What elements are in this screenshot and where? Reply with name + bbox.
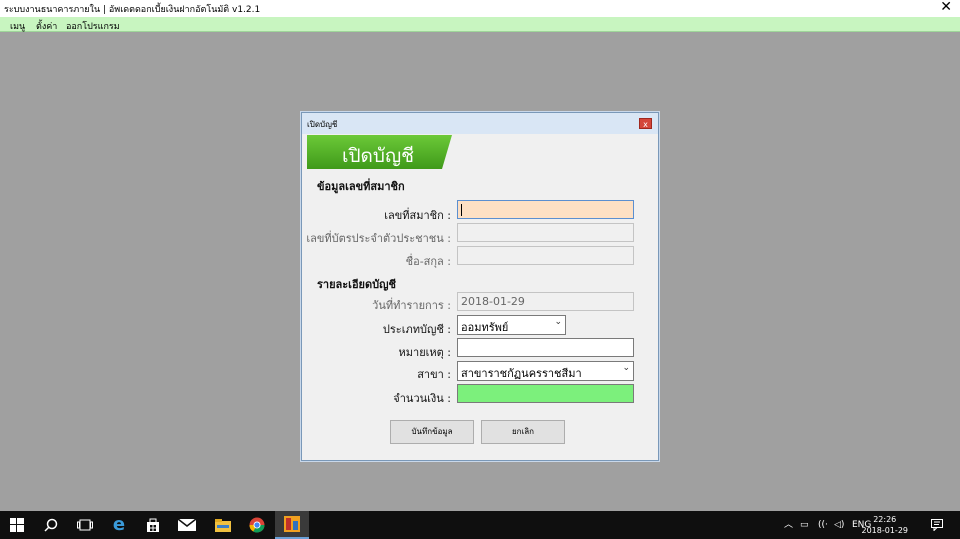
mail-icon[interactable] <box>170 511 204 539</box>
banner-text: เปิดบัญชี <box>342 145 415 167</box>
acct-type-value: ออมทรัพย์ <box>461 321 509 334</box>
text-caret <box>461 204 462 216</box>
acct-type-label: ประเภทบัญชี : <box>382 323 451 336</box>
menu-item-exit[interactable]: ออกโปรแกรม <box>66 19 120 33</box>
clock-time: 22:26 <box>873 515 897 524</box>
app-title: ระบบงานธนาคารภายใน | อัพเดตดอกเบี้ยเงินฝ… <box>4 5 261 15</box>
wifi-icon[interactable]: ((· <box>818 511 828 539</box>
banking-app-icon[interactable] <box>275 511 309 539</box>
clock[interactable]: 22:26 2018-01-29 <box>862 514 909 536</box>
volume-icon[interactable]: ◁) <box>834 511 844 539</box>
chrome-icon[interactable] <box>240 511 274 539</box>
id-card-field <box>457 223 634 242</box>
chevron-down-icon: ⌄ <box>554 317 562 327</box>
txn-date-field: 2018-01-29 <box>457 292 634 311</box>
cancel-button[interactable]: ยกเลิก <box>481 420 565 444</box>
menu-item-menu[interactable]: เมนู <box>10 19 25 33</box>
notification-icon[interactable] <box>924 511 950 539</box>
task-view-icon[interactable] <box>68 511 102 539</box>
battery-icon[interactable]: ▭ <box>800 511 809 539</box>
dialog-title: เปิดบัญชี <box>307 120 338 129</box>
save-button[interactable]: บันทึกข้อมูล <box>390 420 474 444</box>
branch-label: สาขา : <box>417 368 451 381</box>
app-title-bar: ระบบงานธนาคารภายใน | อัพเดตดอกเบี้ยเงินฝ… <box>0 0 960 17</box>
edge-browser-icon[interactable]: e <box>102 511 136 539</box>
section-member-heading: ข้อมูลเลขที่สมาชิก <box>317 180 405 193</box>
acct-type-select[interactable]: ออมทรัพย์ ⌄ <box>457 315 566 335</box>
menu-bar: เมนู ตั้งค่า ออกโปรแกรม <box>0 17 960 32</box>
dialog-banner: เปิดบัญชี <box>307 135 452 169</box>
chevron-down-icon: ⌄ <box>622 363 630 373</box>
taskbar: e ︿ ▭ ((· ◁) ENG 22:26 2018-01-29 <box>0 511 960 539</box>
store-icon[interactable] <box>136 511 170 539</box>
branch-select[interactable]: สาขาราชกัฏนครราชสีมา ⌄ <box>457 361 634 381</box>
section-account-heading: รายละเอียดบัญชี <box>317 278 396 291</box>
file-explorer-icon[interactable] <box>206 511 240 539</box>
amount-input[interactable] <box>457 384 634 403</box>
name-label: ชื่อ-สกุล : <box>405 255 451 268</box>
member-no-label: เลขที่สมาชิก : <box>384 209 451 222</box>
clock-date: 2018-01-29 <box>861 526 909 535</box>
id-card-label: เลขที่บัตรประจำตัวประชาชน : <box>306 232 451 245</box>
menu-item-settings[interactable]: ตั้งค่า <box>36 19 57 33</box>
tray-show-hidden-icon[interactable]: ︿ <box>784 511 793 539</box>
note-label: หมายเหตุ : <box>398 346 451 359</box>
search-icon[interactable] <box>34 511 68 539</box>
windows-start-icon[interactable] <box>0 511 34 539</box>
branch-value: สาขาราชกัฏนครราชสีมา <box>461 367 582 380</box>
app-close-button[interactable]: ✕ <box>940 0 952 15</box>
member-no-input[interactable] <box>457 200 634 219</box>
open-account-dialog: เปิดบัญชี x เปิดบัญชี ข้อมูลเลขที่สมาชิก… <box>301 112 659 461</box>
txn-date-label: วันที่ทำรายการ : <box>372 299 451 312</box>
dialog-close-button[interactable]: x <box>639 118 652 129</box>
name-field <box>457 246 634 265</box>
note-input[interactable] <box>457 338 634 357</box>
amount-label: จำนวนเงิน : <box>393 392 451 405</box>
dialog-title-bar: เปิดบัญชี x <box>302 113 658 134</box>
